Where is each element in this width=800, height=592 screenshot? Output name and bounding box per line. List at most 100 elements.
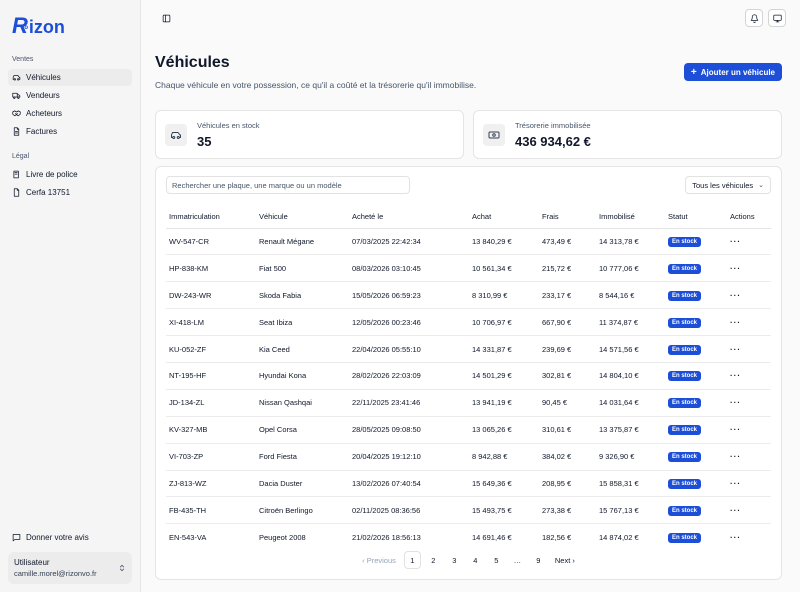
sidebar-item-factures[interactable]: Factures [8, 123, 132, 140]
table-row[interactable]: WV-547-CR Renault Mégane 07/03/2025 22:42:… [166, 228, 771, 256]
table-row[interactable]: HP-838-KM Fiat 500 08/03/2026 03:10:45 10 5… [166, 254, 771, 283]
cell-tied: 8 544,16 € [596, 281, 665, 310]
cell-purchase: 14 691,46 € [472, 532, 512, 542]
file-text-icon [12, 127, 21, 136]
page-button[interactable]: 3 [446, 551, 463, 569]
cell-fees: 182,56 € [542, 532, 572, 542]
cell-plate: EN-543-VA [169, 532, 207, 542]
cell-vehicle: Peugeot 2008 [259, 532, 306, 542]
cell-tied: 9 326,90 € [596, 443, 665, 471]
status-badge: En stock [668, 290, 702, 301]
page-button[interactable]: 4 [467, 551, 484, 569]
user-menu[interactable]: Utilisateur camille.morel@rizonvo.fr [8, 552, 132, 584]
cell-vehicle: Skoda Fabia [256, 281, 349, 310]
banknote-icon [483, 123, 505, 146]
sidebar-item-vehicules[interactable]: Véhicules [8, 69, 132, 86]
sidebar-item-acheteurs[interactable]: Acheteurs [8, 105, 132, 122]
page-button[interactable]: 5 [488, 551, 505, 569]
pagination: ‹ Previous 1 2 3 4 5 … 9 Next › [156, 551, 781, 569]
sidebar-toggle-button[interactable] [157, 9, 175, 27]
row-actions-menu-button[interactable]: ··· [730, 398, 741, 407]
page-subtitle: Chaque véhicule en votre possession, ce … [155, 80, 477, 90]
table-row[interactable]: FB-435-TH Citroën Berlingo 02/11/2025 08:3… [166, 496, 771, 525]
page-button[interactable]: 9 [530, 551, 547, 569]
cell-tied: 15 767,13 € [596, 496, 665, 525]
car-icon [165, 123, 187, 146]
table-row[interactable]: EN-543-VA Peugeot 2008 21/02/2026 18:56:13… [166, 524, 771, 551]
cell-date: 21/02/2026 18:56:13 [352, 532, 421, 542]
table-row[interactable]: ZJ-813-WZ Dacia Duster 13/02/2026 07:40:54… [166, 470, 771, 498]
row-actions-menu-button[interactable]: ··· [730, 533, 741, 542]
chevron-right-icon: › [570, 555, 575, 565]
search-input[interactable] [166, 176, 410, 194]
sidebar-item-cerfa[interactable]: Cerfa 13751 [8, 184, 132, 201]
cell-tied: 14 874,02 € [599, 532, 639, 542]
row-actions-menu-button[interactable]: ··· [730, 291, 741, 300]
chevrons-up-down-icon [119, 564, 125, 572]
sidebar-section-ventes: Ventes [12, 56, 34, 63]
stat-card-treasury: Trésorerie immobilisée 436 934,62 € [473, 110, 782, 159]
sidebar-panel-icon [162, 14, 170, 22]
table-row[interactable]: KU-052-ZF Kia Ceed 22/04/2026 05:55:10 14 3… [166, 335, 771, 363]
row-actions-menu-button[interactable]: ··· [730, 371, 741, 380]
cell-plate: ZJ-813-WZ [166, 470, 256, 498]
cell-actions: ··· [727, 362, 771, 390]
cell-tied: 14 804,10 € [596, 362, 665, 390]
add-vehicle-label: Ajouter un véhicule [700, 67, 775, 77]
plus-icon: + [690, 66, 697, 78]
cell-purchase: 14 501,29 € [469, 362, 539, 390]
vehicle-filter-select[interactable]: Tous les véhicules ⌄ [685, 176, 771, 194]
notifications-button[interactable] [745, 9, 763, 27]
cell-tied: 13 375,87 € [596, 416, 665, 444]
page-header-text: Véhicules Chaque véhicule en votre posse… [155, 54, 476, 90]
row-actions-menu-button[interactable]: ··· [730, 264, 741, 273]
table-row[interactable]: VI-703-ZP Ford Fiesta 20/04/2025 19:12:10 8… [166, 443, 771, 471]
row-actions-menu-button[interactable]: ··· [730, 237, 741, 246]
brand-logo[interactable]: Rvo izon [12, 10, 132, 37]
main-content: Véhicules Chaque véhicule en votre posse… [140, 0, 800, 592]
cell-status: En stock [665, 254, 727, 283]
table-row[interactable]: DW-243-WR Skoda Fabia 15/05/2026 06:59:23 8… [166, 281, 771, 310]
cell-tied: 11 374,87 € [596, 308, 665, 337]
row-actions-menu-button[interactable]: ··· [730, 345, 741, 354]
cell-plate: WV-547-CR [166, 228, 256, 256]
sidebar-item-label: Véhicules [26, 73, 61, 82]
row-actions-menu-button[interactable]: ··· [730, 506, 741, 515]
cell-status: En stock [665, 281, 727, 310]
truck-icon [12, 91, 21, 100]
cell-actions: ··· [727, 335, 771, 363]
cell-date: 12/05/2026 00:23:46 [349, 308, 469, 337]
row-actions-menu-button[interactable]: ··· [730, 425, 741, 434]
table-row[interactable]: NT-195-HF Hyundai Kona 28/02/2026 22:03:09… [166, 362, 771, 390]
page-button[interactable]: 1 [403, 551, 421, 569]
sidebar-item-livre-de-police[interactable]: Livre de police [8, 166, 132, 183]
page-button[interactable]: 2 [425, 551, 442, 569]
table-row[interactable]: KV-327-MB Opel Corsa 28/05/2025 09:08:50 13… [166, 416, 771, 444]
cell-date: 07/03/2025 22:42:34 [349, 228, 469, 256]
sidebar-item-label: Cerfa 13751 [26, 188, 71, 197]
next-page-button[interactable]: Next › [551, 551, 579, 569]
col-immobilise: Immobilisé [596, 206, 665, 229]
file-icon [12, 188, 21, 197]
row-actions-menu-button[interactable]: ··· [730, 318, 741, 327]
cell-purchase: 13 065,26 € [469, 416, 539, 444]
cell-purchase: 15 493,75 € [469, 496, 539, 525]
row-actions-menu-button[interactable]: ··· [730, 452, 741, 461]
previous-page-button[interactable]: ‹ Previous [358, 551, 400, 569]
header-row: Immatriculation Véhicule Acheté le Achat… [166, 206, 771, 229]
stat-value: 436 934,62 € [515, 133, 591, 149]
row-actions-menu-button[interactable]: ··· [730, 479, 741, 488]
cell-purchase: 13 840,29 € [469, 228, 539, 256]
add-vehicle-button[interactable]: + Ajouter un véhicule [683, 63, 782, 81]
cell-fees: 208,95 € [539, 470, 596, 498]
display-button[interactable] [768, 9, 786, 27]
sidebar-item-vendeurs[interactable]: Vendeurs [8, 87, 132, 104]
topbar [141, 0, 800, 36]
cell-vehicle: Fiat 500 [256, 254, 349, 283]
table-row[interactable]: JD-134-ZL Nissan Qashqai 22/11/2025 23:41:… [166, 389, 771, 417]
table-row[interactable]: XI-418-LM Seat Ibiza 12/05/2026 00:23:46 10… [166, 308, 771, 337]
sidebar-item-label: Acheteurs [26, 109, 63, 118]
feedback-link[interactable]: Donner votre avis [8, 529, 132, 546]
cell-plate: DW-243-WR [166, 281, 256, 310]
